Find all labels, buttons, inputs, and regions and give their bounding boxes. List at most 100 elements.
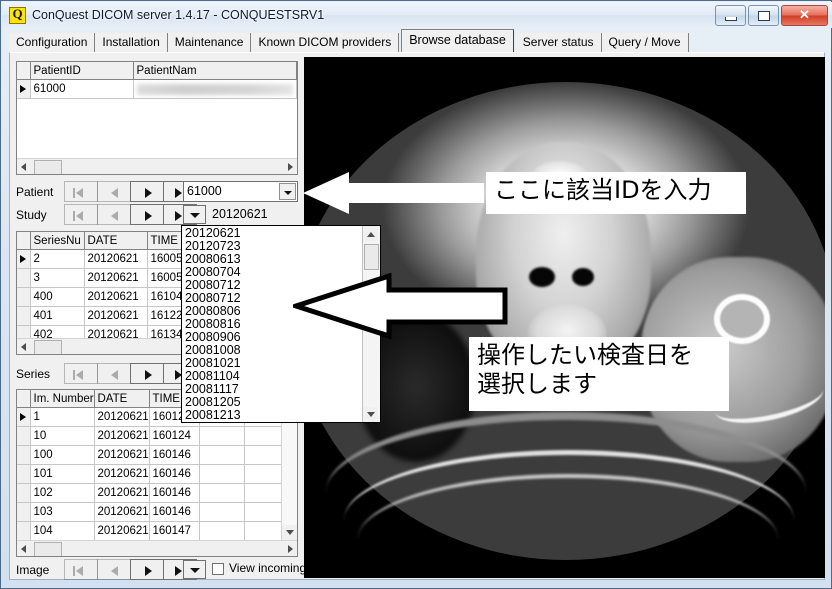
column-header-seriesnumber[interactable]: SeriesNu [30, 232, 85, 250]
patient-id-value: 61000 [187, 184, 222, 198]
image-next-button[interactable] [130, 559, 164, 580]
cell-image-date: 20120621 [94, 483, 150, 503]
window-frame: ConQuest DICOM server 1.4.17 - CONQUESTS… [0, 0, 832, 589]
scroll-down-arrow[interactable] [363, 407, 378, 422]
hscroll-thumb[interactable] [34, 160, 62, 174]
cell-image-date: 20120621 [94, 407, 150, 427]
tab-query-move[interactable]: Query / Move [601, 33, 689, 52]
scroll-right-arrow[interactable] [282, 159, 297, 174]
scroll-down-arrow[interactable] [282, 525, 297, 540]
series-next-button[interactable] [130, 363, 164, 384]
next-record-icon [145, 566, 152, 576]
series-prev-button[interactable] [97, 363, 131, 384]
scroll-right-arrow[interactable] [282, 541, 297, 556]
arrow-to-patient-combo [303, 172, 484, 214]
column-header-date[interactable]: DATE [84, 232, 148, 250]
table-row[interactable]: 104 20120621 160147 [17, 521, 297, 541]
tab-installation[interactable]: Installation [95, 33, 168, 52]
image-nav-label: Image [16, 562, 50, 577]
column-header-patientid[interactable]: PatientID [30, 62, 134, 80]
row-cursor-cell [17, 249, 31, 269]
application-window: ConQuest DICOM server 1.4.17 - CONQUESTS… [0, 0, 832, 589]
maximize-button[interactable] [748, 5, 779, 26]
scroll-left-arrow[interactable] [17, 339, 32, 354]
tab-server-status[interactable]: Server status [515, 33, 602, 52]
tab-known-dicom-providers[interactable]: Known DICOM providers [251, 33, 400, 52]
patient-first-button[interactable] [64, 181, 98, 202]
minimize-button[interactable] [715, 5, 746, 26]
patient-grid[interactable]: PatientID PatientNam 61000 [16, 61, 298, 175]
series-first-button[interactable] [64, 363, 98, 384]
scroll-up-arrow[interactable] [363, 226, 378, 241]
patient-grid-hscrollbar[interactable] [17, 158, 297, 174]
image-nav-buttons [64, 559, 197, 580]
ct-airway-right [572, 268, 594, 286]
cell-series-date: 20120621 [84, 268, 148, 288]
row-cursor-cell [17, 306, 31, 326]
cell-image-number: 103 [30, 502, 95, 522]
scroll-left-arrow[interactable] [17, 541, 32, 556]
first-record-icon [73, 211, 83, 221]
study-next-button[interactable] [130, 204, 164, 225]
study-prev-button[interactable] [97, 204, 131, 225]
cell-image-time: 160146 [149, 483, 200, 503]
table-row[interactable]: 103 20120621 160146 [17, 502, 297, 522]
image-prev-button[interactable] [97, 559, 131, 580]
image-dropdown-button[interactable] [183, 560, 206, 579]
last-record-icon [175, 188, 192, 198]
chevron-up-icon [367, 232, 375, 237]
cell-series-number: 400 [30, 287, 85, 307]
cell-series-number: 3 [30, 268, 85, 288]
chevron-down-icon[interactable] [279, 183, 296, 200]
cell-series-number: 401 [30, 306, 85, 326]
cell-image-date: 20120621 [94, 445, 150, 465]
cell-image-extra-1 [199, 483, 245, 503]
row-selector-header [17, 62, 31, 80]
tab-maintenance[interactable]: Maintenance [167, 33, 252, 52]
cell-patientid: 61000 [30, 79, 134, 99]
cell-series-date: 20120621 [84, 287, 148, 307]
view-incoming-checkbox[interactable] [212, 563, 224, 575]
table-row[interactable]: 102 20120621 160146 [17, 483, 297, 503]
close-button[interactable]: ✕ [781, 5, 828, 26]
cell-image-date: 20120621 [94, 502, 150, 522]
table-row[interactable]: 10 20120621 160124 [17, 426, 297, 446]
row-cursor-cell [17, 502, 31, 522]
table-row[interactable]: 61000 [17, 79, 297, 99]
image-grid-vscrollbar[interactable] [281, 407, 297, 540]
row-cursor-cell [17, 483, 31, 503]
patient-prev-button[interactable] [97, 181, 131, 202]
study-first-button[interactable] [64, 204, 98, 225]
study-dropdown-button[interactable] [183, 205, 206, 224]
cell-image-date: 20120621 [94, 464, 150, 484]
cell-image-time: 160146 [149, 464, 200, 484]
table-row[interactable]: 101 20120621 160146 [17, 464, 297, 484]
column-header-image-number[interactable]: Im. Number [30, 390, 95, 408]
row-cursor-cell [17, 407, 31, 427]
previous-record-icon [111, 188, 118, 198]
hscroll-thumb[interactable] [34, 340, 62, 354]
tab-configuration[interactable]: Configuration [9, 33, 96, 52]
row-cursor-cell [17, 268, 31, 288]
view-incoming-label[interactable]: View incoming [229, 561, 306, 575]
chevron-left-icon [21, 343, 26, 351]
patient-next-button[interactable] [130, 181, 164, 202]
cell-series-date: 20120621 [84, 249, 148, 269]
hscroll-thumb[interactable] [34, 542, 62, 556]
patient-nav-row: Patient [16, 181, 197, 202]
vscroll-thumb[interactable] [364, 244, 379, 270]
list-item[interactable]: 20081213 [183, 409, 363, 422]
scroll-left-arrow[interactable] [17, 159, 32, 174]
column-header-patientname[interactable]: PatientNam [133, 62, 297, 80]
ct-airway-left [529, 267, 555, 287]
image-first-button[interactable] [64, 559, 98, 580]
tab-strip: Configuration Installation Maintenance K… [9, 29, 825, 52]
patient-id-combobox[interactable]: 61000 [183, 181, 298, 202]
last-record-icon [175, 211, 192, 221]
cell-image-extra-1 [199, 445, 245, 465]
cell-image-number: 100 [30, 445, 95, 465]
tab-browse-database[interactable]: Browse database [401, 29, 514, 52]
image-grid-hscrollbar[interactable] [17, 540, 297, 556]
table-row[interactable]: 100 20120621 160146 [17, 445, 297, 465]
column-header-date[interactable]: DATE [94, 390, 150, 408]
